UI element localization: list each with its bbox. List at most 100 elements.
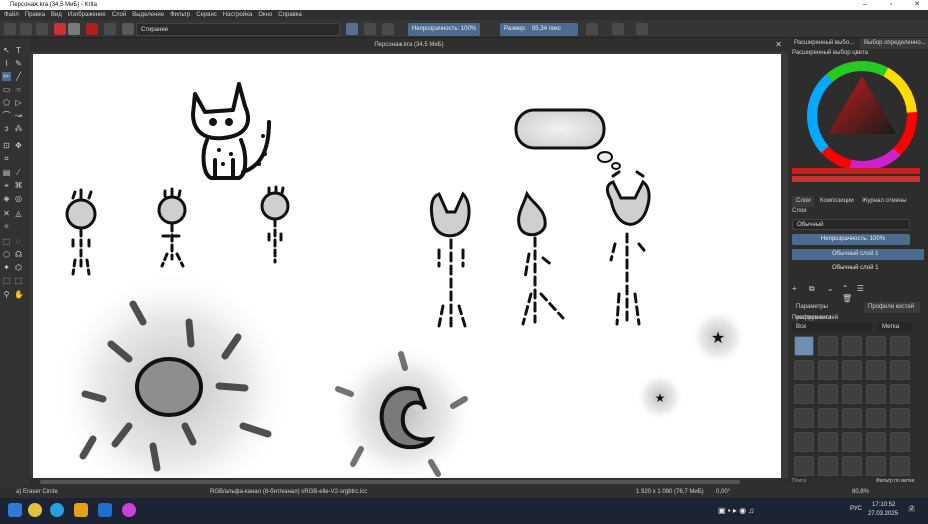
brush-preset[interactable] — [818, 456, 838, 476]
edit-shapes-icon[interactable]: ⌇ — [2, 59, 11, 68]
maximize-icon[interactable]: ▫ — [884, 0, 898, 10]
size-slider[interactable]: Размер: 85,34 пикс — [500, 23, 578, 36]
new-document-icon[interactable] — [4, 23, 16, 35]
multibrush-icon[interactable]: ⁂ — [14, 124, 23, 133]
save-icon[interactable] — [36, 23, 48, 35]
brush-preset[interactable] — [866, 456, 886, 476]
dynamic-brush-icon[interactable]: ↄ — [2, 124, 11, 133]
canvas[interactable]: ★ ★ — [33, 54, 781, 509]
blend-mode-select[interactable]: Стирание — [136, 23, 340, 36]
brush-preset[interactable] — [818, 408, 838, 428]
brush-preset[interactable] — [842, 336, 862, 356]
brush-search-input[interactable]: Поиск — [792, 478, 872, 486]
tray-icons[interactable]: ▣ ▪ ▸ ◉ ♫ — [718, 506, 754, 515]
windows-start-icon[interactable] — [8, 503, 22, 517]
reference-tool-icon[interactable]: ✧ — [2, 222, 11, 231]
zoom-tool-icon[interactable]: ⚲ — [2, 290, 11, 299]
eraser-mode-icon[interactable] — [346, 23, 358, 35]
reload-preset-icon[interactable] — [382, 23, 394, 35]
ellipse-select-icon[interactable]: ◌ — [14, 237, 23, 246]
chrome-icon[interactable] — [28, 503, 42, 517]
brush-preset[interactable] — [866, 360, 886, 380]
brush-preset[interactable] — [890, 408, 910, 428]
brush-preset[interactable] — [890, 432, 910, 452]
brush-preset[interactable] — [866, 384, 886, 404]
document-tab[interactable]: Персонаж.kra (34,5 МиБ) ✕ — [30, 38, 788, 52]
move-tool-icon[interactable]: ✥ — [14, 141, 23, 150]
app-icon[interactable] — [98, 503, 112, 517]
menu-filter[interactable]: Фильтр — [170, 12, 190, 18]
horizontal-scrollbar[interactable] — [30, 478, 788, 486]
brush-preset[interactable] — [794, 336, 814, 356]
line-tool-icon[interactable]: ╱ — [14, 72, 23, 81]
mirror-horizontal-icon[interactable] — [586, 23, 598, 35]
colorize-mask-icon[interactable]: ⌖ — [2, 181, 11, 190]
color-wheel[interactable] — [792, 58, 924, 186]
brush-preset[interactable] — [866, 432, 886, 452]
gradient-tool-icon[interactable]: ▤ — [2, 168, 11, 177]
brush-preset[interactable] — [842, 408, 862, 428]
polygon-tool-icon[interactable]: ⬠ — [2, 98, 11, 107]
polyline-tool-icon[interactable]: ▷ — [14, 98, 23, 107]
minimize-icon[interactable]: – — [858, 0, 872, 10]
duplicate-layer-icon[interactable]: ⧉ — [809, 284, 815, 293]
bezier-select-icon[interactable]: ⬚ — [2, 276, 11, 285]
opacity-slider[interactable]: Непрозрачность: 100% — [408, 23, 480, 36]
layer-row[interactable]: Обычный слой 1 — [792, 249, 924, 260]
alpha-lock-icon[interactable] — [364, 23, 376, 35]
brush-preset[interactable] — [890, 456, 910, 476]
brush-preset[interactable] — [842, 360, 862, 380]
tab-advanced-color[interactable]: Расширенный выбо... — [790, 38, 858, 49]
smart-patch-icon[interactable]: ⌘ — [14, 181, 23, 190]
enclose-fill-icon[interactable]: ◎ — [14, 194, 23, 203]
freehand-select-icon[interactable]: ☊ — [14, 250, 23, 259]
mirror-vertical-icon[interactable] — [612, 23, 624, 35]
magnetic-select-icon[interactable]: ⬚ — [14, 276, 23, 285]
add-layer-icon[interactable]: + — [792, 284, 797, 293]
wrap-around-icon[interactable] — [636, 23, 648, 35]
similar-select-icon[interactable]: ⌬ — [14, 263, 23, 272]
brush-preset[interactable] — [842, 432, 862, 452]
open-document-icon[interactable] — [20, 23, 32, 35]
gradient-icon[interactable] — [54, 23, 66, 35]
foreground-color-icon[interactable] — [86, 23, 98, 35]
layer-blend-mode-select[interactable]: Обычный — [792, 219, 910, 230]
ellipse-tool-icon[interactable]: ○ — [14, 85, 23, 94]
tab-specific-color[interactable]: Выбор определенно... — [860, 38, 928, 49]
brush-preset[interactable] — [842, 456, 862, 476]
menu-tools[interactable]: Сервис — [196, 12, 217, 18]
tab-tool-options[interactable]: Параметры инструмента — [792, 302, 858, 321]
brush-preset-icon[interactable] — [122, 23, 134, 35]
calligraphy-icon[interactable]: ✎ — [14, 59, 23, 68]
brush-preset[interactable] — [890, 336, 910, 356]
menu-settings[interactable]: Настройка — [223, 12, 253, 18]
polygon-select-icon[interactable]: ⬡ — [2, 250, 11, 259]
brush-filter-select[interactable]: Все — [792, 322, 872, 332]
brush-preset[interactable] — [794, 408, 814, 428]
brush-preset[interactable] — [842, 384, 862, 404]
brush-preset[interactable] — [866, 408, 886, 428]
move-up-icon[interactable]: ⌃ — [842, 284, 849, 293]
app-icon[interactable] — [74, 503, 88, 517]
tab-layers[interactable]: Слои — [792, 196, 814, 207]
menu-help[interactable]: Справка — [278, 12, 302, 18]
brush-preset[interactable] — [866, 336, 886, 356]
menu-layer[interactable]: Слой — [112, 12, 127, 18]
move-down-icon[interactable]: ⌄ — [827, 284, 834, 293]
tab-undo-history[interactable]: Журнал отмены — [858, 196, 908, 207]
brush-preset[interactable] — [890, 384, 910, 404]
brush-preset[interactable] — [890, 360, 910, 380]
rect-select-icon[interactable]: ⬚ — [2, 237, 11, 246]
brush-settings-icon[interactable] — [104, 23, 116, 35]
clock-date[interactable]: 27.03.2025 — [868, 511, 898, 517]
brush-preset[interactable] — [818, 336, 838, 356]
filter-by-tag-checkbox[interactable]: Фильтр по метке — [876, 478, 926, 486]
measure-tool-icon[interactable]: ◬ — [14, 209, 23, 218]
tab-brush-presets[interactable]: Профили кистей — [864, 302, 920, 313]
brush-preset[interactable] — [818, 360, 838, 380]
color-sampler-icon[interactable]: ⁄ — [14, 168, 23, 177]
layer-properties-icon[interactable]: ☰ — [857, 284, 864, 293]
telegram-icon[interactable] — [50, 503, 64, 517]
menu-view[interactable]: Вид — [51, 12, 62, 18]
contiguous-select-icon[interactable]: ✦ — [2, 263, 11, 272]
